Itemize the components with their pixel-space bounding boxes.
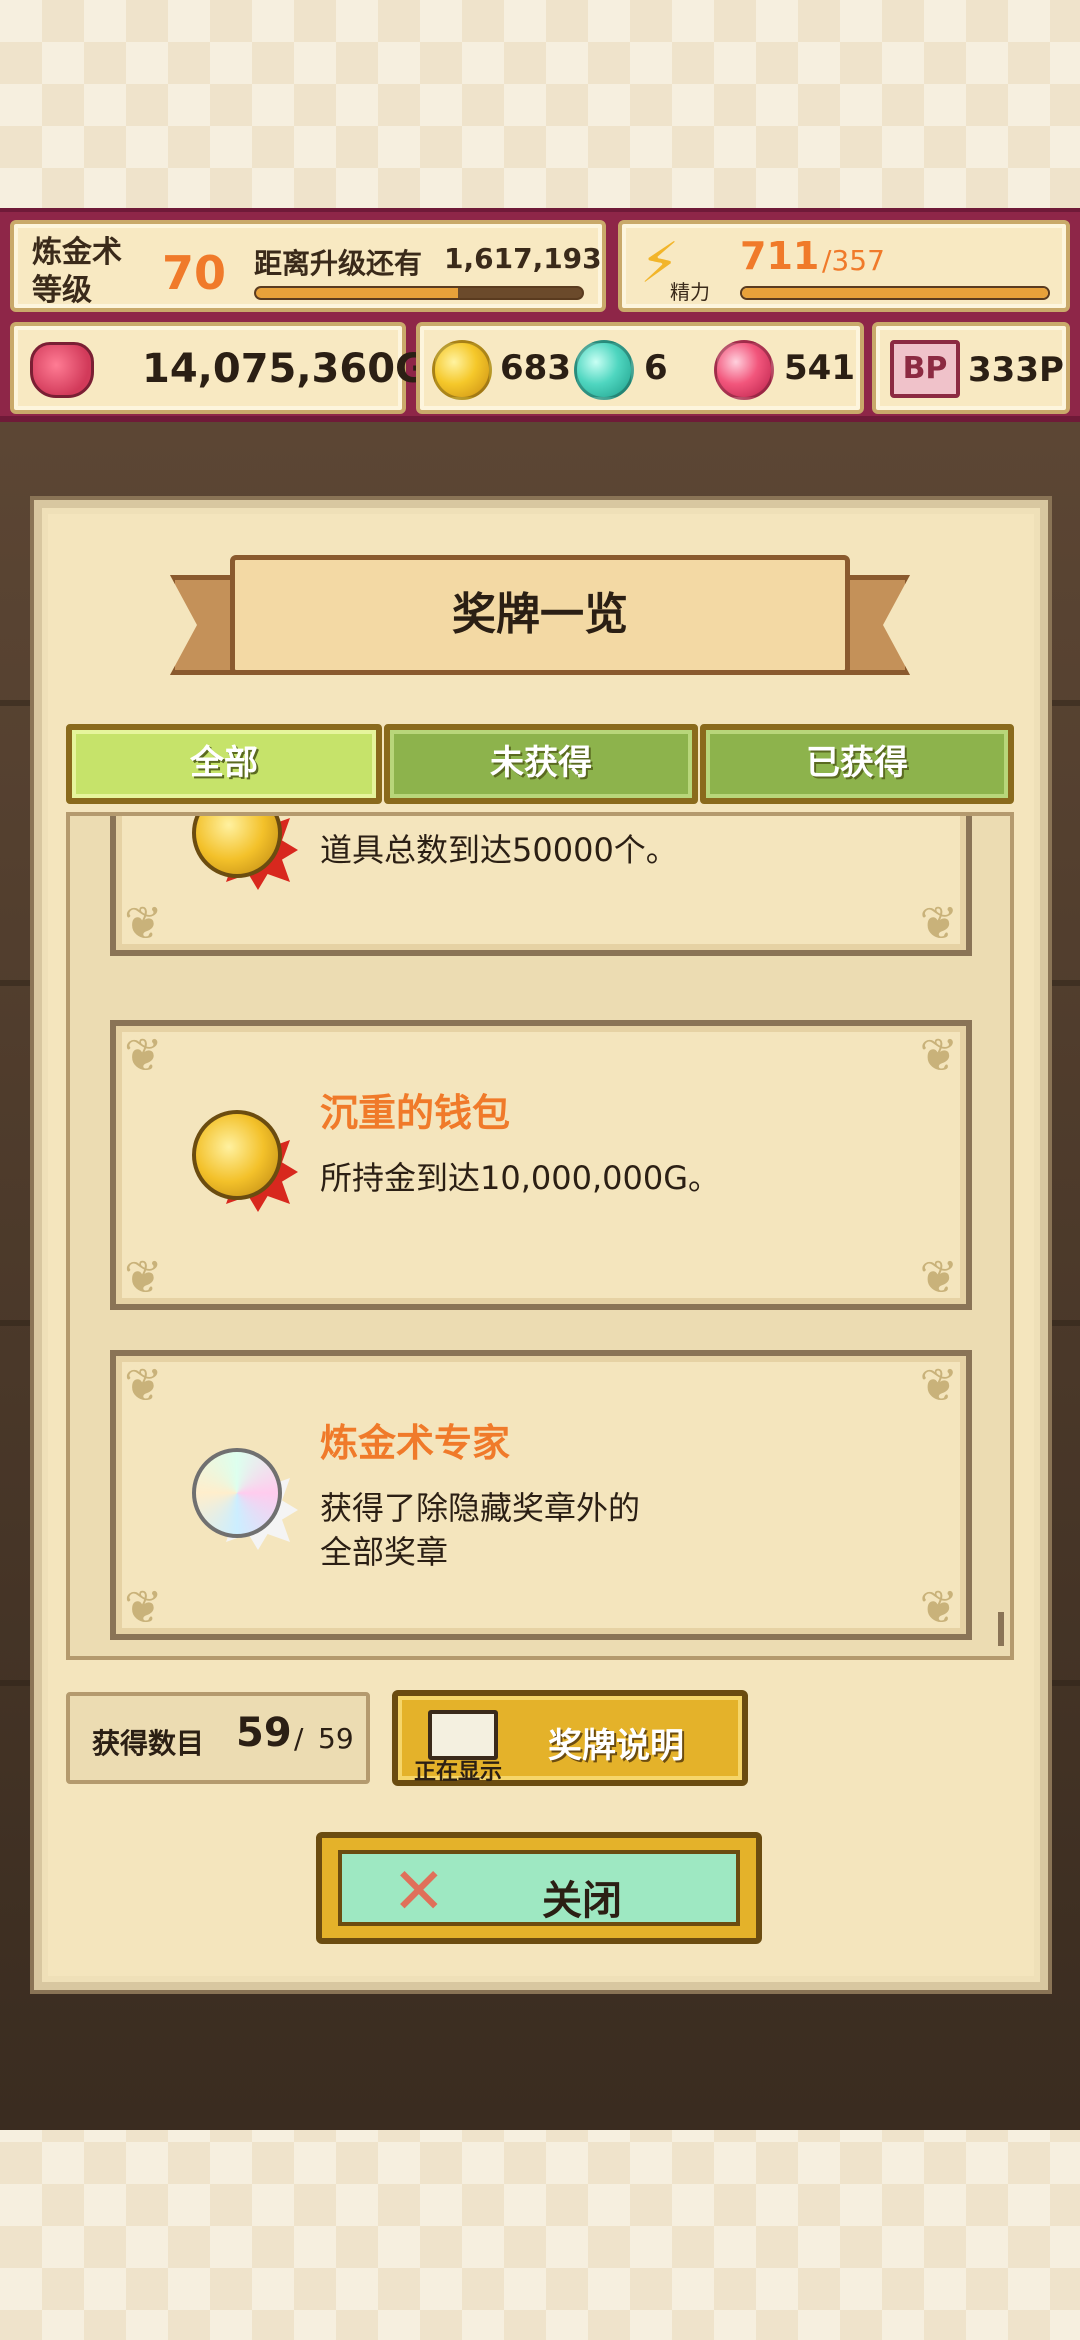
book-icon <box>428 1710 498 1760</box>
level-box: 炼金术 等级 70 距离升级还有 1,617,193 <box>10 220 606 312</box>
leaf-ornament: ❦ <box>919 1250 958 1304</box>
leaf-ornament: ❦ <box>919 1028 958 1082</box>
count-total: 59 <box>318 1722 354 1755</box>
level-value: 70 <box>162 246 227 300</box>
energy-value: 711 <box>740 234 820 278</box>
medal-explanation-button[interactable]: 正在显示 奖牌说明 <box>392 1690 748 1786</box>
explain-label: 奖牌说明 <box>548 1726 684 1766</box>
teal-gem-count: 6 <box>644 348 668 388</box>
count-slash: / <box>294 1722 304 1755</box>
bp-box[interactable]: BP 333P <box>872 322 1070 414</box>
energy-progress-fill <box>742 288 1048 298</box>
medal-list[interactable]: 道具总数到达50000个。 ❦ ❦ ❦ ❦ 沉重的钱包 所持金到达10,000,… <box>66 812 1014 1660</box>
level-progress-bar <box>254 286 584 300</box>
gold-gem-count: 683 <box>500 348 571 388</box>
bp-icon: BP <box>890 340 960 398</box>
medal-card[interactable]: ❦ ❦ 沉重的钱包 所持金到达10,000,000G。 ❦ ❦ <box>110 1020 972 1310</box>
rainbow-medal-icon <box>192 1448 298 1550</box>
close-icon: ✕ <box>392 1855 446 1929</box>
energy-max: /357 <box>822 244 885 277</box>
leaf-ornament: ❦ <box>124 896 163 950</box>
level-progress-fill <box>256 288 459 298</box>
gems-box[interactable]: 683 6 541 <box>416 322 864 414</box>
coin-purse-icon <box>30 342 94 398</box>
medal-title: 沉重的钱包 <box>320 1091 511 1135</box>
count-value: 59 <box>236 1710 292 1756</box>
level-label: 炼金术 等级 <box>32 235 122 308</box>
medal-desc: 道具总数到达50000个。 <box>320 831 678 869</box>
obtained-count-box: 获得数目 59 / 59 <box>66 1692 370 1784</box>
bp-value: 333P <box>968 350 1064 390</box>
leaf-ornament: ❦ <box>124 1028 163 1082</box>
energy-progress-bar <box>740 286 1050 300</box>
leaf-ornament: ❦ <box>919 1358 958 1412</box>
leaf-ornament: ❦ <box>919 896 958 950</box>
medal-desc: 获得了除隐藏奖章外的 全部奖章 <box>320 1489 641 1571</box>
next-level-label: 距离升级还有 <box>254 247 423 280</box>
next-level-value: 1,617,193 <box>444 242 602 275</box>
count-label: 获得数目 <box>92 1727 205 1760</box>
medal-card[interactable]: ❦ ❦ 炼金术专家 获得了除隐藏奖章外的 全部奖章 ❦ ❦ <box>110 1350 972 1640</box>
gold-medal-icon <box>192 1110 298 1212</box>
leaf-ornament: ❦ <box>124 1250 163 1304</box>
gold-gem-icon <box>432 340 492 400</box>
medal-card[interactable]: 道具总数到达50000个。 ❦ ❦ <box>110 816 972 956</box>
medal-desc: 所持金到达10,000,000G。 <box>320 1159 721 1197</box>
title-ribbon: 奖牌一览 <box>170 545 910 695</box>
gold-medal-icon <box>192 816 298 890</box>
leaf-ornament: ❦ <box>124 1580 163 1634</box>
close-button-face: ✕ 关闭 <box>338 1850 740 1926</box>
tab-all[interactable]: 全部 <box>66 724 382 804</box>
pink-gem-count: 541 <box>784 348 855 388</box>
list-scrollbar[interactable] <box>998 1612 1004 1646</box>
energy-box[interactable]: ⚡ 精力 711 /357 <box>618 220 1070 312</box>
pink-gem-icon <box>714 340 774 400</box>
teal-gem-icon <box>574 340 634 400</box>
gold-value: 14,075,360G <box>142 346 428 392</box>
leaf-ornament: ❦ <box>124 1358 163 1412</box>
tab-not-obtained[interactable]: 未获得 <box>384 724 698 804</box>
panel-title: 奖牌一览 <box>452 589 628 640</box>
tab-obtained[interactable]: 已获得 <box>700 724 1014 804</box>
status-bar: 炼金术 等级 70 距离升级还有 1,617,193 ⚡ 精力 711 /357… <box>0 208 1080 422</box>
showing-label: 正在显示 <box>414 1760 503 1785</box>
gold-box[interactable]: 14,075,360G <box>10 322 428 414</box>
leaf-ornament: ❦ <box>919 1580 958 1634</box>
close-button[interactable]: ✕ 关闭 <box>316 1832 762 1944</box>
close-label: 关闭 <box>542 1878 622 1924</box>
energy-label: 精力 <box>670 280 710 304</box>
medal-title: 炼金术专家 <box>320 1421 511 1465</box>
